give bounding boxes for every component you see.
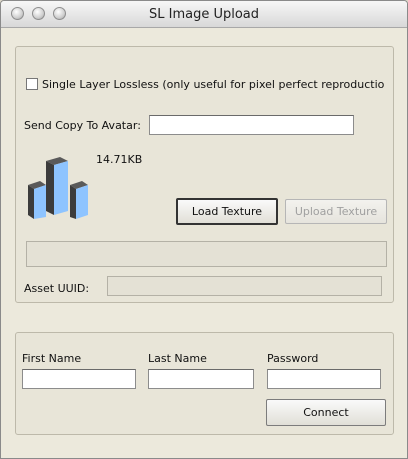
last-name-input[interactable] xyxy=(148,369,254,389)
texture-size: 14.71KB xyxy=(96,153,143,166)
upload-texture-button[interactable]: Upload Texture xyxy=(285,199,387,224)
asset-uuid-field[interactable] xyxy=(107,276,382,296)
password-label: Password xyxy=(267,352,319,365)
connect-button[interactable]: Connect xyxy=(266,399,386,426)
first-name-label: First Name xyxy=(22,352,82,365)
lossless-label: Single Layer Lossless (only useful for p… xyxy=(42,78,385,91)
window-title: SL Image Upload xyxy=(148,7,260,22)
upload-progress-bar xyxy=(26,241,387,267)
send-copy-label: Send Copy To Avatar: xyxy=(24,119,141,132)
title-bar: SL Image Upload xyxy=(1,1,407,28)
lossless-checkbox[interactable] xyxy=(26,78,38,90)
asset-uuid-label: Asset UUID: xyxy=(24,282,90,295)
upload-group: Single Layer Lossless (only useful for p… xyxy=(15,46,394,303)
first-name-input[interactable] xyxy=(22,369,136,389)
send-copy-avatar-input[interactable] xyxy=(149,115,354,135)
last-name-label: Last Name xyxy=(148,352,207,365)
texture-preview-icon xyxy=(28,157,88,219)
password-input[interactable] xyxy=(267,369,381,389)
login-group: First Name Last Name Password Connect xyxy=(15,332,394,435)
app-window: SL Image Upload Single Layer Lossless (o… xyxy=(0,0,408,459)
load-texture-button[interactable]: Load Texture xyxy=(176,198,278,225)
